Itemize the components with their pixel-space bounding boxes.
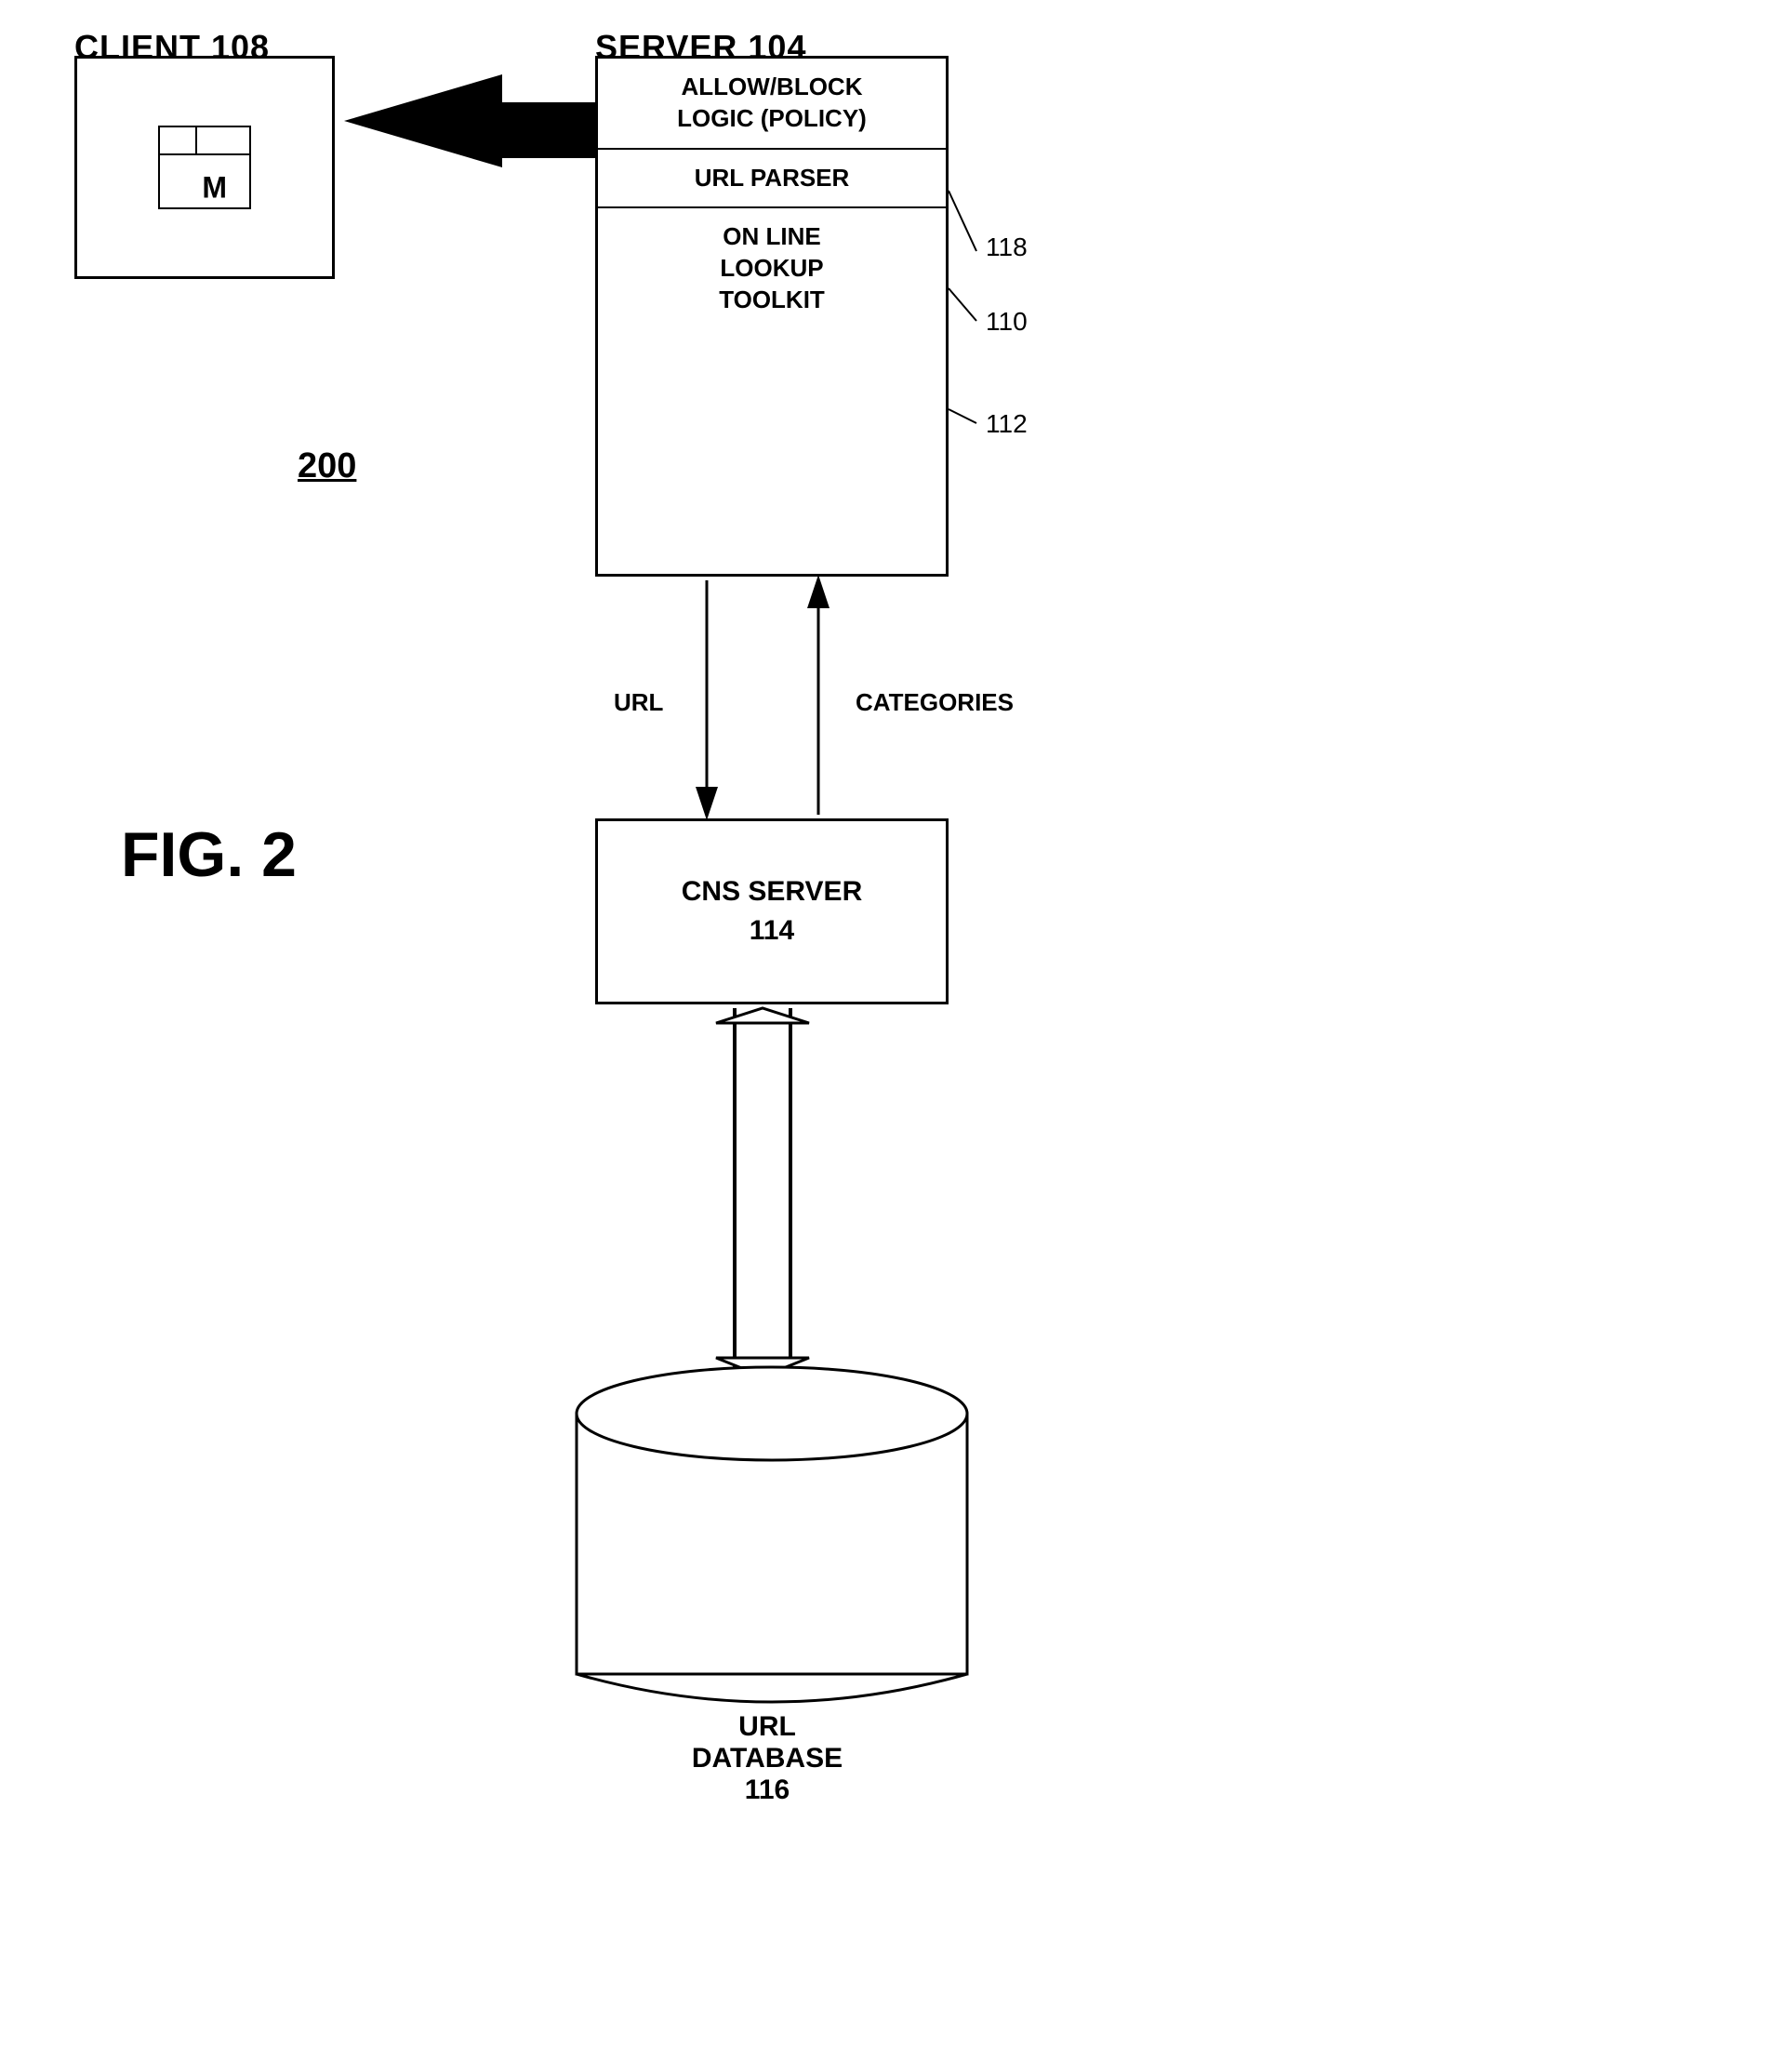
diagram-number: 200 [298,446,356,486]
comm-arrow-head [344,74,502,167]
figure-label: FIG. 2 [121,818,297,891]
ref-110: 110 [986,307,1028,337]
db-cylinder-top [577,1367,967,1460]
comm-arrow-body [502,102,595,158]
allow-block-logic: ALLOW/BLOCKLOGIC (POLICY) [598,59,946,150]
ref-line-118 [949,191,976,251]
client-icon: M [158,126,251,209]
cns-db-arrow-top [716,1008,809,1023]
ref-118: 118 [986,233,1028,262]
url-database-label: URLDATABASE116 [558,1711,976,1806]
client-box: M [74,56,335,279]
db-cylinder-bottom-arc [577,1674,967,1702]
url-parser-block: URL PARSER [598,150,946,209]
client-icon-top [160,127,249,155]
cns-server-box: CNS SERVER114 [595,818,949,1004]
client-icon-left [160,127,197,153]
ref-line-112 [949,409,976,423]
server-box: ALLOW/BLOCKLOGIC (POLICY) URL PARSER ON … [595,56,949,577]
db-cylinder-body [577,1414,967,1674]
client-m-icon: M [202,171,227,206]
ref-112: 112 [986,409,1028,439]
ref-line-110 [949,288,976,321]
diagram-container: 200 CLIENT 108 M SERVER 104 ALLOW/BLOCKL… [0,0,1792,2060]
categories-arrow-label: CATEGORIES [856,688,1014,717]
cns-server-label: CNS SERVER114 [682,872,863,950]
url-arrow-label: URL [614,688,663,717]
cns-db-arrow-bottom [716,1358,809,1376]
lookup-toolkit-block: ON LINELOOKUPTOOLKIT [598,208,946,343]
